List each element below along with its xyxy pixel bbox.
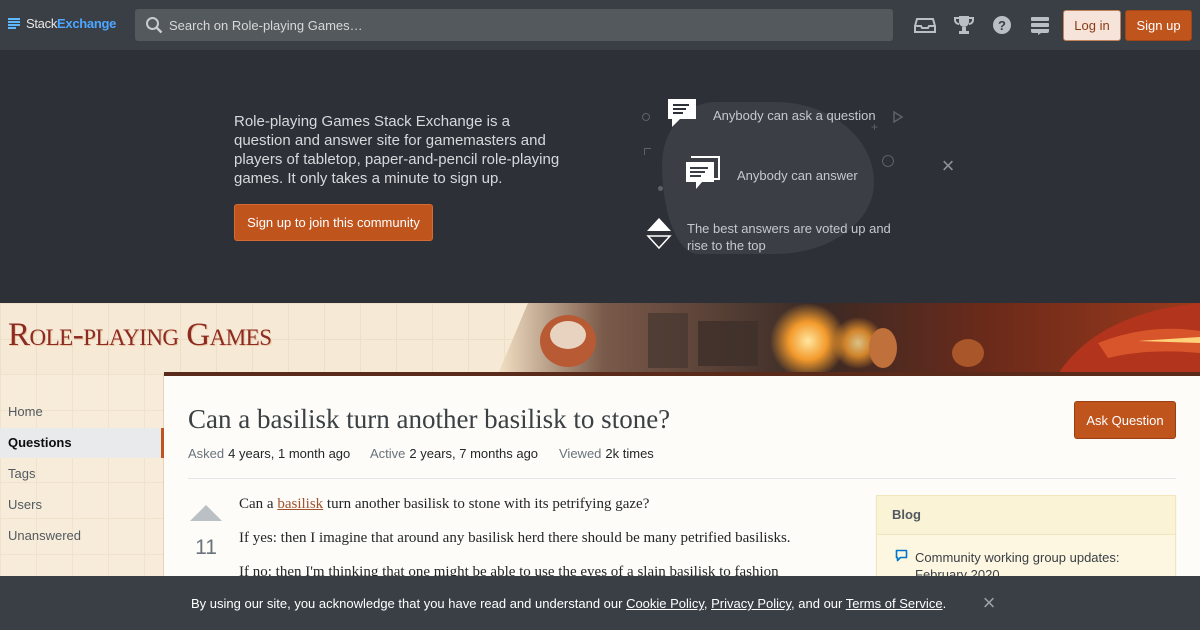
nav-item-tags[interactable]: Tags — [0, 459, 164, 489]
feature-voting: The best answers are voted up and rise t… — [687, 221, 891, 253]
meta-asked: Asked 4 years, 1 month ago — [188, 446, 350, 461]
cookie-close-icon[interactable]: × — [979, 592, 999, 614]
hero-close-icon[interactable]: × — [938, 155, 958, 177]
privacy-policy-link[interactable]: Privacy Policy — [711, 596, 791, 611]
post-paragraph-1: Can a basilisk turn another basilisk to … — [239, 495, 829, 514]
site-title-logo[interactable]: Role-playing Games — [8, 317, 272, 354]
site-switcher-icon[interactable] — [1029, 15, 1051, 35]
search-box[interactable] — [135, 9, 893, 41]
post-paragraph-2: If yes: then I imagine that around any b… — [239, 530, 791, 546]
nav-item-home[interactable]: Home — [0, 397, 164, 427]
stackexchange-icon — [8, 17, 20, 30]
terms-of-service-link[interactable]: Terms of Service — [846, 596, 943, 611]
site-header-banner: Role-playing Games — [0, 303, 1200, 374]
meta-viewed-value: 2k times — [605, 446, 654, 461]
cookie-text-sep: , — [703, 596, 712, 611]
nav-item-users[interactable]: Users — [0, 490, 164, 520]
meta-viewed: Viewed 2k times — [559, 446, 654, 461]
banner-illustration — [498, 303, 1200, 374]
post-text: turn another basilisk to stone with its … — [323, 496, 650, 512]
question-title[interactable]: Can a basilisk turn another basilisk to … — [188, 404, 670, 435]
cookie-consent-bar: By using our site, you acknowledge that … — [0, 576, 1200, 630]
inbox-icon[interactable] — [914, 15, 936, 35]
hero-banner: Role-playing Games Stack Exchange is a q… — [0, 50, 1200, 303]
vote-count: 11 — [195, 536, 217, 559]
signup-button[interactable]: Sign up — [1125, 10, 1192, 41]
search-icon — [146, 17, 163, 34]
decorative-triangle — [893, 111, 904, 123]
logo-text-exchange: Exchange — [57, 16, 117, 31]
cookie-text-sep: , and our — [791, 596, 846, 611]
decorative-dot — [658, 186, 663, 191]
post-text: Can a — [239, 496, 278, 512]
meta-viewed-label: Viewed — [559, 446, 602, 461]
nav-item-questions[interactable]: Questions — [0, 428, 164, 458]
upvote-arrow-icon[interactable] — [188, 504, 224, 522]
meta-active: Active 2 years, 7 months ago — [370, 446, 538, 461]
decorative-dot — [642, 113, 650, 121]
answer-icon — [686, 156, 720, 189]
meta-active-value[interactable]: 2 years, 7 months ago — [409, 446, 538, 461]
decorative-corner — [644, 148, 651, 155]
top-bar: Stack Exchange ? Log in Sign up — [0, 0, 1200, 50]
ask-question-icon — [668, 99, 696, 127]
meta-asked-label: Asked — [188, 446, 225, 461]
decorative-dot — [882, 155, 894, 167]
hero-description: Role-playing Games Stack Exchange is a q… — [234, 113, 560, 187]
search-input[interactable] — [169, 17, 869, 33]
nav-item-unanswered[interactable]: Unanswered — [0, 521, 164, 551]
svg-text:?: ? — [998, 18, 1006, 33]
feature-ask: Anybody can ask a question — [713, 108, 876, 123]
blog-post-icon — [895, 549, 908, 562]
basilisk-link[interactable]: basilisk — [277, 496, 323, 512]
blog-heading: Blog — [877, 496, 1175, 535]
cookie-text-prefix: By using our site, you acknowledge that … — [191, 596, 627, 611]
cookie-text-suffix: . — [942, 596, 947, 611]
feature-answer: Anybody can answer — [737, 168, 858, 183]
cookie-policy-link[interactable]: Cookie Policy — [626, 596, 704, 611]
cookie-notice: By using our site, you acknowledge that … — [191, 596, 946, 611]
vote-arrows-icon — [646, 218, 672, 250]
logo-text-stack: Stack — [26, 16, 58, 31]
help-icon[interactable]: ? — [991, 15, 1013, 35]
ask-question-button[interactable]: Ask Question — [1074, 401, 1176, 439]
trophy-icon[interactable] — [953, 15, 975, 35]
meta-asked-value[interactable]: 4 years, 1 month ago — [228, 446, 350, 461]
login-button[interactable]: Log in — [1063, 10, 1121, 41]
meta-active-label: Active — [370, 446, 406, 461]
join-community-button[interactable]: Sign up to join this community — [234, 204, 433, 241]
header-divider — [188, 478, 1176, 479]
stackexchange-logo[interactable]: Stack Exchange — [8, 16, 116, 31]
